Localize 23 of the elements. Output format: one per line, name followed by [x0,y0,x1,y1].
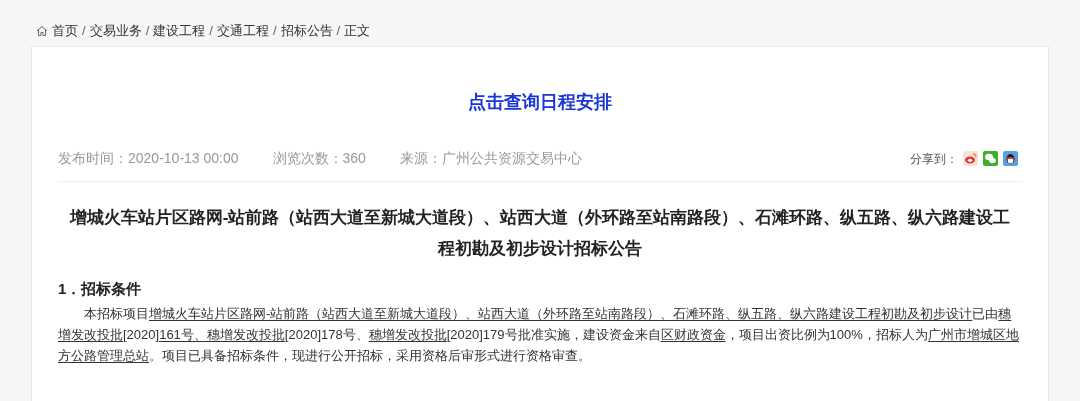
meta-text: 来源：广州公共资源交易中心 [399,149,582,168]
breadcrumb-link[interactable]: 首页 [52,21,78,41]
breadcrumb-separator: / [336,22,341,41]
weibo-icon[interactable] [963,151,978,166]
meta-text: 发布时间：2020-10-13 00:00 [58,149,239,168]
article-title: 增城火车站片区路网-站前路（站西大道至新城大道段）、站西大道（外环路至站南路段）、石滩环路、纵五路、纵六路建设工程初勘及初步设计招标公告 [68,207,1012,260]
breadcrumb-link[interactable]: 交易业务 [89,21,142,41]
home-icon[interactable] [36,25,48,37]
breadcrumb-link[interactable]: 建设工程 [153,21,206,41]
meta-text: 浏览次数：360 [272,149,366,168]
section-heading: 1．招标条件 [58,279,143,299]
breadcrumb-separator: / [145,22,150,41]
breadcrumb-link[interactable]: 招标公告 [280,21,333,41]
breadcrumb-separator: / [272,22,277,41]
breadcrumb-link[interactable]: 正文 [344,21,371,41]
penguin-icon[interactable] [1003,151,1018,166]
share-label: 分享到： [910,150,958,168]
breadcrumb-link[interactable]: 交通工程 [216,21,269,41]
breadcrumb-separator: / [82,22,86,41]
paragraph: 本招标项目增城火车站片区路网-站前路（站西大道至新城大道段）、站西大道（外环路至站南路段）、石滩环路、纵五路、纵六路建设工程初勘及初步设计已由穗增发改投批[2020]161号、穗增发改投批[2020]178号、穗增发改投批[2020]179号批准实施，建设资金来自区财政资金，项目出资比例为100%，招标人为广州市增城区地方公路管理总站。项目已具备招标条件，现进行公开招标，采用资格后审形式进行资格审查。 [58,304,1020,365]
breadcrumb-separator: / [209,22,213,41]
wechat-icon[interactable] [983,151,998,166]
schedule-link[interactable]: 点击查询日程安排 [468,89,612,116]
